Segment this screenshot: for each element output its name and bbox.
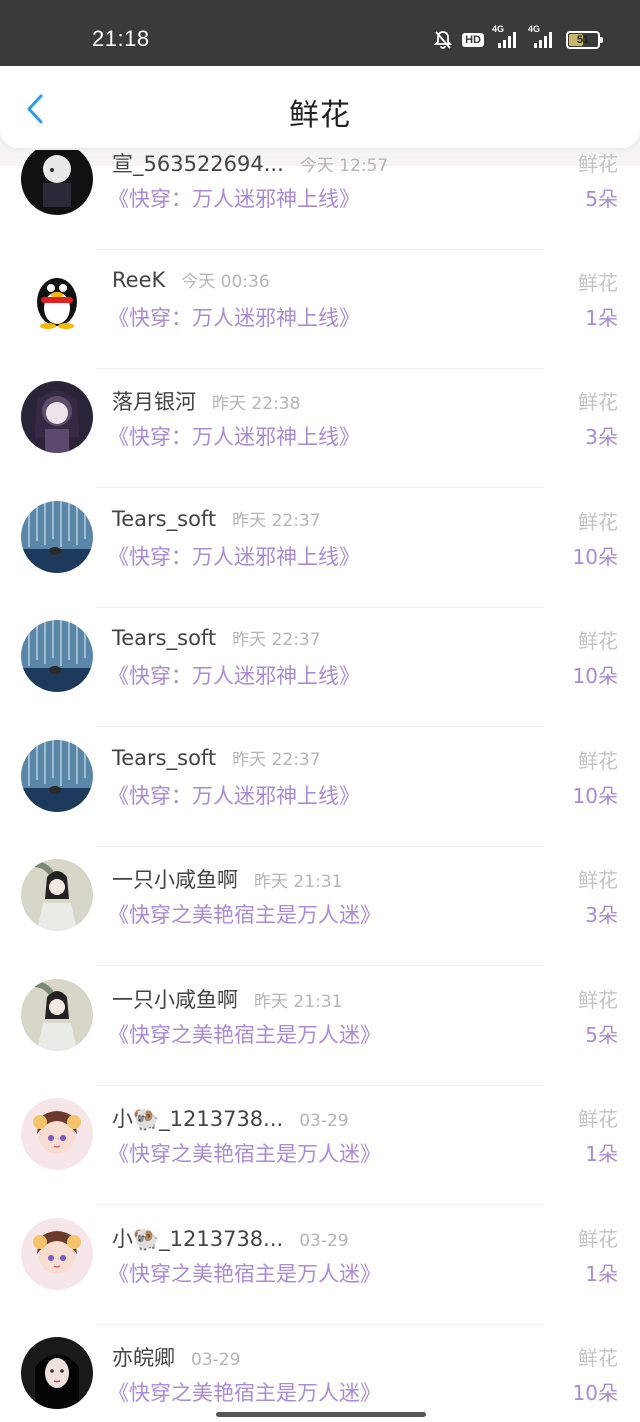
book-title[interactable]: 《快穿：万人迷邪神上线》 bbox=[108, 302, 360, 332]
battery-icon: 51 bbox=[566, 31, 603, 49]
list-item[interactable]: 宣_563522694... 今天 12:57 《快穿：万人迷邪神上线》 鲜花 5朵 bbox=[0, 150, 640, 250]
timestamp: 03-29 bbox=[299, 1111, 349, 1131]
home-indicator[interactable] bbox=[216, 1412, 426, 1417]
gift-type: 鲜花 bbox=[578, 749, 618, 773]
timestamp: 今天 00:36 bbox=[181, 272, 270, 292]
gift-type: 鲜花 bbox=[578, 629, 618, 653]
timestamp: 昨天 22:37 bbox=[232, 750, 321, 770]
hd-badge: HD bbox=[462, 33, 484, 47]
timestamp: 03-29 bbox=[299, 1231, 349, 1251]
timestamp: 昨天 22:38 bbox=[212, 394, 301, 414]
gift-count: 1朵 bbox=[585, 1262, 618, 1286]
page-title: 鲜花 bbox=[289, 98, 351, 133]
user-name[interactable]: 小🐏_1213738... 03-29 bbox=[112, 1103, 349, 1133]
list-item[interactable]: 小🐏_1213738... 03-29 《快穿之美艳宿主是万人迷》 鲜花 1朵 bbox=[0, 1206, 640, 1325]
book-title[interactable]: 《快穿：万人迷邪神上线》 bbox=[108, 780, 360, 810]
gift-type: 鲜花 bbox=[578, 1346, 618, 1370]
book-title[interactable]: 《快穿之美艳宿主是万人迷》 bbox=[108, 1138, 381, 1168]
timestamp: 昨天 22:37 bbox=[232, 630, 321, 650]
gift-type: 鲜花 bbox=[578, 868, 618, 892]
user-name[interactable]: Tears_soft 昨天 22:37 bbox=[112, 625, 321, 650]
signal-icon: 4G bbox=[492, 24, 520, 50]
avatar[interactable] bbox=[21, 1337, 93, 1409]
list-item[interactable]: Tears_soft 昨天 22:37 《快穿：万人迷邪神上线》 鲜花 10朵 bbox=[0, 728, 640, 847]
book-title[interactable]: 《快穿之美艳宿主是万人迷》 bbox=[108, 1258, 381, 1288]
gift-count: 10朵 bbox=[572, 545, 618, 569]
avatar[interactable] bbox=[21, 1218, 93, 1290]
user-name[interactable]: 一只小咸鱼啊 昨天 21:31 bbox=[112, 864, 342, 894]
divider bbox=[96, 726, 544, 727]
status-time: 21:18 bbox=[92, 26, 150, 51]
avatar[interactable] bbox=[21, 859, 93, 931]
avatar[interactable] bbox=[21, 381, 93, 453]
list-item[interactable]: 一只小咸鱼啊 昨天 21:31 《快穿之美艳宿主是万人迷》 鲜花 5朵 bbox=[0, 967, 640, 1086]
list-item[interactable]: 落月银河 昨天 22:38 《快穿：万人迷邪神上线》 鲜花 3朵 bbox=[0, 369, 640, 488]
gift-type: 鲜花 bbox=[578, 1227, 618, 1251]
gift-count: 10朵 bbox=[572, 784, 618, 808]
list-item[interactable]: ReeK 今天 00:36 《快穿：万人迷邪神上线》 鲜花 1朵 bbox=[0, 250, 640, 369]
gift-type: 鲜花 bbox=[578, 510, 618, 534]
book-title[interactable]: 《快穿：万人迷邪神上线》 bbox=[108, 541, 360, 571]
avatar[interactable] bbox=[21, 150, 93, 215]
timestamp: 昨天 22:37 bbox=[232, 511, 321, 531]
user-name[interactable]: 一只小咸鱼啊 昨天 21:31 bbox=[112, 984, 342, 1014]
gift-count: 10朵 bbox=[572, 664, 618, 688]
timestamp: 昨天 21:31 bbox=[254, 992, 343, 1012]
status-bar: 21:18 HD 4G 4G 51 bbox=[0, 0, 640, 66]
gift-count: 1朵 bbox=[585, 306, 618, 330]
book-title[interactable]: 《快穿之美艳宿主是万人迷》 bbox=[108, 1019, 381, 1049]
flower-record-list[interactable]: 宣_563522694... 今天 12:57 《快穿：万人迷邪神上线》 鲜花 5朵 Re… bbox=[0, 150, 640, 1422]
user-name[interactable]: 亦皖卿 03-29 bbox=[112, 1342, 240, 1372]
timestamp: 今天 12:57 bbox=[299, 156, 389, 176]
avatar[interactable] bbox=[21, 1098, 93, 1170]
gift-count: 5朵 bbox=[585, 187, 618, 211]
gift-count: 10朵 bbox=[572, 1381, 618, 1405]
gift-count: 3朵 bbox=[585, 425, 618, 449]
gift-count: 1朵 bbox=[585, 1142, 618, 1166]
divider bbox=[96, 965, 544, 966]
gift-count: 5朵 bbox=[585, 1023, 618, 1047]
avatar[interactable] bbox=[21, 740, 93, 812]
avatar[interactable] bbox=[21, 620, 93, 692]
gift-type: 鲜花 bbox=[578, 152, 618, 176]
avatar[interactable] bbox=[21, 979, 93, 1051]
user-name[interactable]: 宣_563522694... 今天 12:57 bbox=[112, 150, 388, 178]
avatar[interactable] bbox=[21, 501, 93, 573]
book-title[interactable]: 《快穿之美艳宿主是万人迷》 bbox=[108, 899, 381, 929]
status-icons: HD 4G 4G 51 bbox=[434, 24, 603, 52]
book-title[interactable]: 《快穿：万人迷邪神上线》 bbox=[108, 421, 360, 451]
divider bbox=[96, 1204, 544, 1205]
gift-type: 鲜花 bbox=[578, 988, 618, 1012]
list-item[interactable]: 小🐏_1213738... 03-29 《快穿之美艳宿主是万人迷》 鲜花 1朵 bbox=[0, 1086, 640, 1205]
list-item[interactable]: Tears_soft 昨天 22:37 《快穿：万人迷邪神上线》 鲜花 10朵 bbox=[0, 608, 640, 727]
user-name[interactable]: 落月银河 昨天 22:38 bbox=[112, 386, 300, 416]
book-title[interactable]: 《快穿：万人迷邪神上线》 bbox=[108, 660, 360, 690]
gift-type: 鲜花 bbox=[578, 1107, 618, 1131]
divider bbox=[96, 487, 544, 488]
user-name[interactable]: Tears_soft 昨天 22:37 bbox=[112, 506, 321, 531]
book-title[interactable]: 《快穿：万人迷邪神上线》 bbox=[108, 183, 360, 213]
user-name[interactable]: 小🐏_1213738... 03-29 bbox=[112, 1223, 349, 1253]
gift-type: 鲜花 bbox=[578, 390, 618, 414]
gift-count: 3朵 bbox=[585, 903, 618, 927]
gift-type: 鲜花 bbox=[578, 271, 618, 295]
signal-icon-2: 4G bbox=[528, 24, 556, 50]
header: 鲜花 bbox=[0, 66, 640, 148]
user-name[interactable]: ReeK 今天 00:36 bbox=[112, 267, 270, 292]
timestamp: 03-29 bbox=[191, 1350, 241, 1370]
list-item[interactable]: 一只小咸鱼啊 昨天 21:31 《快穿之美艳宿主是万人迷》 鲜花 3朵 bbox=[0, 847, 640, 966]
timestamp: 昨天 21:31 bbox=[254, 872, 343, 892]
list-item[interactable]: Tears_soft 昨天 22:37 《快穿：万人迷邪神上线》 鲜花 10朵 bbox=[0, 489, 640, 608]
list-item[interactable]: 亦皖卿 03-29 《快穿之美艳宿主是万人迷》 鲜花 10朵 bbox=[0, 1325, 640, 1422]
avatar[interactable] bbox=[21, 262, 93, 334]
user-name[interactable]: Tears_soft 昨天 22:37 bbox=[112, 745, 321, 770]
bell-muted-icon bbox=[434, 30, 453, 50]
book-title[interactable]: 《快穿之美艳宿主是万人迷》 bbox=[108, 1377, 381, 1407]
